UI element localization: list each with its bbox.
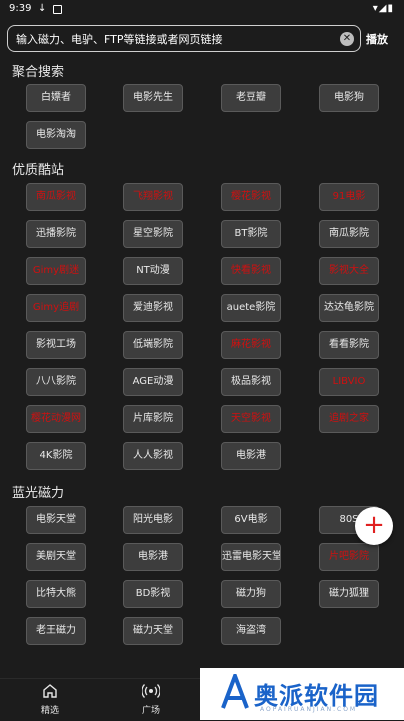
- site-button[interactable]: 看看影院: [319, 331, 379, 359]
- site-button[interactable]: 片吧影院: [319, 543, 379, 571]
- site-button[interactable]: Gimy剧迷: [26, 257, 86, 285]
- search-bar: ✕: [7, 25, 361, 53]
- watermark-url: AOPAIRUANJIAN.COM: [260, 706, 358, 713]
- nav-label-featured: 精选: [40, 706, 59, 716]
- site-button[interactable]: 极品影视: [221, 368, 281, 396]
- watermark-logo-icon: [220, 670, 250, 714]
- site-button[interactable]: 樱花影视: [221, 183, 281, 211]
- home-icon: [20, 683, 80, 701]
- nav-item-featured[interactable]: 精选: [20, 683, 80, 716]
- status-time: 9:39: [9, 3, 32, 14]
- site-button[interactable]: 低端影院: [123, 331, 183, 359]
- site-button[interactable]: 迅播影院: [26, 220, 86, 248]
- site-button[interactable]: 电影港: [221, 442, 281, 470]
- site-button[interactable]: 片库影院: [123, 405, 183, 433]
- site-button[interactable]: 91电影: [319, 183, 379, 211]
- site-button[interactable]: 电影淘淘: [26, 121, 86, 149]
- site-button[interactable]: 迅雷电影天堂: [221, 543, 281, 571]
- site-button[interactable]: 白嫖者: [26, 84, 86, 112]
- site-button[interactable]: 海盗湾: [221, 617, 281, 645]
- site-button[interactable]: 老王磁力: [26, 617, 86, 645]
- search-input[interactable]: [14, 26, 338, 53]
- nav-label-square: 广场: [141, 706, 160, 716]
- site-button[interactable]: AGE动漫: [123, 368, 183, 396]
- add-fab-button[interactable]: +: [355, 507, 393, 545]
- site-button[interactable]: 4K影院: [26, 442, 86, 470]
- status-bar: 9:39 ↓ ▾◢▮: [0, 0, 404, 18]
- clear-icon[interactable]: ✕: [340, 32, 354, 46]
- signal-battery-icons: ▾◢▮: [372, 3, 394, 14]
- site-button[interactable]: NT动漫: [123, 257, 183, 285]
- site-button[interactable]: 麻花影视: [221, 331, 281, 359]
- site-button[interactable]: auete影院: [221, 294, 281, 322]
- site-button[interactable]: 星空影院: [123, 220, 183, 248]
- section-title-bluray-magnet: 蓝光磁力: [12, 486, 65, 501]
- site-button[interactable]: 电影先生: [123, 84, 183, 112]
- plus-icon: +: [363, 510, 385, 540]
- nav-item-square[interactable]: 广场: [121, 683, 181, 716]
- broadcast-icon: [121, 683, 181, 701]
- site-button[interactable]: 美剧天堂: [26, 543, 86, 571]
- play-button[interactable]: 播放: [366, 31, 388, 47]
- watermark: 奥派软件园 AOPAIRUANJIAN.COM: [200, 668, 404, 720]
- site-button[interactable]: 追剧之家: [319, 405, 379, 433]
- site-button[interactable]: 6V电影: [221, 506, 281, 534]
- site-button[interactable]: 影视工场: [26, 331, 86, 359]
- site-button[interactable]: 爱迪影视: [123, 294, 183, 322]
- section-title-quality-sites: 优质酷站: [12, 163, 65, 178]
- notification-icon: [53, 5, 62, 14]
- site-button[interactable]: 八八影院: [26, 368, 86, 396]
- site-button[interactable]: 阳光电影: [123, 506, 183, 534]
- site-button[interactable]: 天空影视: [221, 405, 281, 433]
- site-button[interactable]: 人人影视: [123, 442, 183, 470]
- site-button[interactable]: 南瓜影视: [26, 183, 86, 211]
- site-button[interactable]: 飞翔影视: [123, 183, 183, 211]
- download-icon: ↓: [38, 3, 47, 14]
- site-button[interactable]: 影视大全: [319, 257, 379, 285]
- site-button[interactable]: 比特大熊: [26, 580, 86, 608]
- site-button[interactable]: Gimy追剧: [26, 294, 86, 322]
- site-button[interactable]: 南瓜影院: [319, 220, 379, 248]
- site-button[interactable]: 磁力狐狸: [319, 580, 379, 608]
- site-button[interactable]: BT影院: [221, 220, 281, 248]
- site-button[interactable]: 电影天堂: [26, 506, 86, 534]
- site-button[interactable]: 快看影视: [221, 257, 281, 285]
- site-button[interactable]: 达达龟影院: [319, 294, 379, 322]
- site-button[interactable]: LIBVIO: [319, 368, 379, 396]
- site-button[interactable]: 樱花动漫网: [26, 405, 86, 433]
- site-button[interactable]: 电影港: [123, 543, 183, 571]
- site-button[interactable]: 电影狗: [319, 84, 379, 112]
- site-button[interactable]: 磁力狗: [221, 580, 281, 608]
- section-title-aggregate-search: 聚合搜索: [12, 65, 65, 80]
- site-button[interactable]: 磁力天堂: [123, 617, 183, 645]
- site-button[interactable]: BD影视: [123, 580, 183, 608]
- site-button[interactable]: 老豆瓣: [221, 84, 281, 112]
